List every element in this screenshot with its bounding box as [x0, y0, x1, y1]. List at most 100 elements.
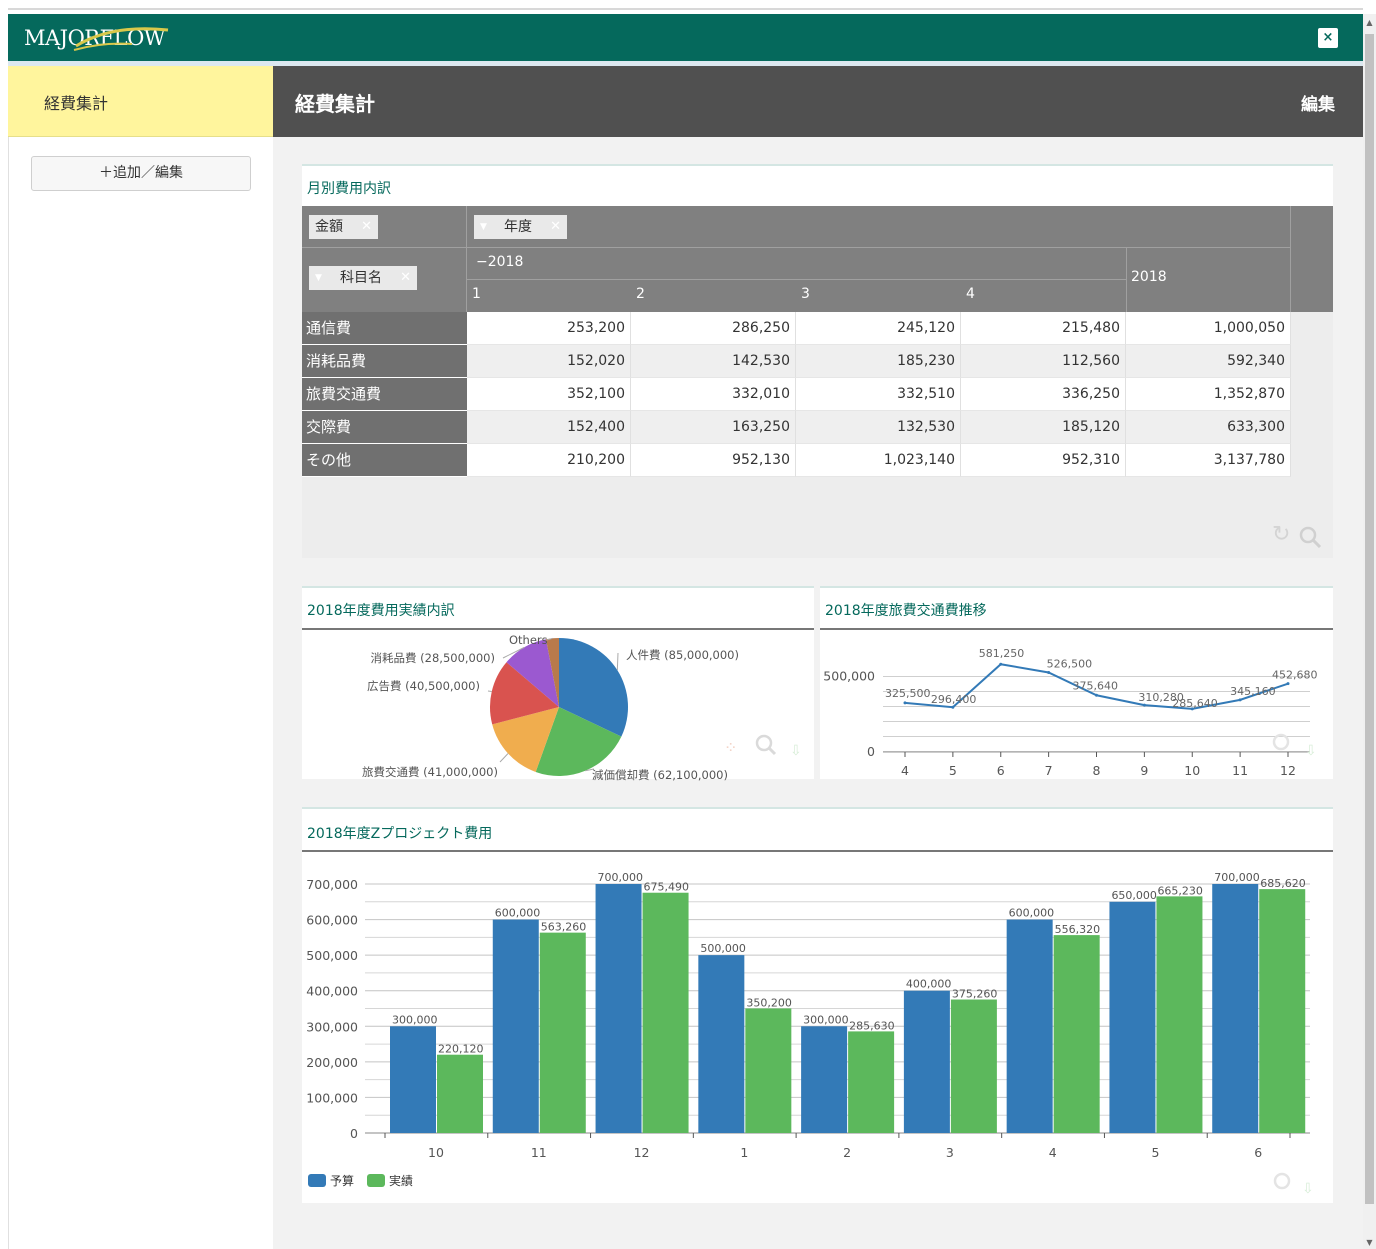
y-tick-label: 0	[350, 1126, 358, 1141]
year-group-label: 2018	[487, 254, 524, 270]
x-tick-label: 8	[1093, 763, 1101, 778]
scrollbar[interactable]: ▲ ▼	[1363, 14, 1376, 1249]
title-bar	[8, 14, 1363, 61]
table-cell: 185,230	[796, 345, 961, 378]
legend-swatch-budget	[308, 1174, 326, 1187]
legend-label: 予算	[330, 1173, 354, 1188]
remove-icon[interactable]: ✕	[550, 215, 561, 239]
x-tick-label: 5	[949, 763, 957, 778]
table-cell: 952,130	[631, 444, 796, 477]
row-label: その他	[302, 444, 467, 477]
line-value-label: 375,640	[1073, 679, 1119, 692]
bar-actual	[1259, 889, 1306, 1133]
x-tick-label: 7	[1045, 763, 1053, 778]
majorflow-logo: MAJORFLOW	[24, 14, 184, 61]
row-label: 通信費	[302, 312, 467, 345]
bar-value-label: 700,000	[598, 871, 644, 884]
dropdown-icon[interactable]: ▼	[480, 215, 487, 239]
month-header: 1	[472, 286, 481, 302]
table-cell: 332,510	[796, 378, 961, 411]
close-button[interactable]: ×	[1318, 28, 1338, 48]
bar-value-label: 600,000	[495, 907, 541, 920]
pie-label: 広告費 (40,500,000)	[367, 679, 480, 693]
download-icon: ⇩	[790, 743, 802, 759]
y-tick-label: 700,000	[306, 877, 358, 892]
line-chart: 500,000 0 325,500 4 296,400 5 581,250 6 526,500 7…	[823, 647, 1317, 778]
zoom-icon	[755, 734, 773, 752]
bar-actual	[1053, 935, 1100, 1133]
bar-budget	[492, 919, 539, 1133]
pivot-header-bg	[302, 206, 1333, 312]
dropdown-icon[interactable]: ▼	[315, 266, 322, 290]
legend-swatch-actual	[367, 1174, 385, 1187]
zoom-icon[interactable]	[1299, 526, 1323, 548]
column-field-chip[interactable]: ▼ 年度 ✕	[474, 215, 567, 239]
top-border	[8, 8, 1363, 10]
bar-value-label: 665,230	[1157, 884, 1203, 897]
bar-actual	[848, 1031, 895, 1133]
line-point	[1047, 670, 1051, 674]
bar-value-label: 500,000	[700, 942, 746, 955]
scroll-thumb[interactable]	[1365, 34, 1374, 1204]
bar-actual	[950, 999, 997, 1133]
divider	[466, 206, 467, 312]
remove-icon[interactable]: ✕	[361, 215, 372, 239]
y-tick-label: 0	[867, 744, 875, 759]
bar-budget	[801, 1026, 848, 1133]
year-group-header[interactable]: −2018	[476, 254, 523, 270]
month-header: 4	[966, 286, 975, 302]
table-cell: 245,120	[796, 312, 961, 345]
line-value-label: 345,160	[1230, 685, 1276, 698]
legend-label: 実績	[389, 1173, 413, 1188]
line-chart-panel: 2018年度旅費交通費推移 500,000 0 325,500 4 296,400 5 58…	[820, 586, 1333, 779]
panel-rule	[302, 850, 1333, 852]
bar-value-label: 300,000	[392, 1013, 438, 1026]
bar-value-label: 685,620	[1260, 877, 1306, 890]
bar-value-label: 350,200	[746, 996, 792, 1009]
bar-value-label: 556,320	[1055, 923, 1101, 936]
sidebar-item-expense-summary[interactable]: 経費集計	[8, 66, 273, 137]
x-tick-label: 10	[428, 1145, 444, 1160]
x-tick-label: 6	[997, 763, 1005, 778]
y-tick-label: 600,000	[306, 913, 358, 928]
scroll-up-icon[interactable]: ▲	[1365, 18, 1374, 27]
table-cell: 352,100	[467, 378, 631, 411]
divider	[467, 247, 1290, 248]
table-cell: 952,310	[961, 444, 1126, 477]
table-cell: 592,340	[1126, 345, 1291, 378]
table-cell: 336,250	[961, 378, 1126, 411]
x-tick-label: 12	[1280, 763, 1296, 778]
row-label: 旅費交通費	[302, 378, 467, 411]
palette-icon: ⁘	[724, 738, 737, 757]
remove-icon[interactable]: ✕	[400, 266, 411, 290]
y-tick-label: 200,000	[306, 1055, 358, 1070]
bar-actual	[745, 1008, 792, 1133]
collapse-icon[interactable]: −	[476, 254, 488, 270]
pie-leader-line	[499, 753, 509, 763]
pie-label: 人件費 (85,000,000)	[626, 648, 739, 662]
bar-budget	[1212, 884, 1259, 1133]
row-field-chip[interactable]: ▼ 科目名 ✕	[309, 266, 417, 290]
bar-value-label: 650,000	[1111, 889, 1157, 902]
zoom-icon	[1272, 733, 1290, 751]
month-header: 2	[636, 286, 645, 302]
pie-label: Others	[509, 633, 548, 647]
value-field-label: 金額	[315, 219, 343, 235]
value-field-chip[interactable]: 金額 ✕	[309, 215, 378, 239]
y-tick-label: 500,000	[306, 948, 358, 963]
pie-label: 消耗品費 (28,500,000)	[371, 651, 495, 665]
x-tick-label: 9	[1140, 763, 1148, 778]
panel-rule	[302, 628, 814, 630]
table-cell: 332,010	[631, 378, 796, 411]
table-cell: 1,000,050	[1126, 312, 1291, 345]
divider	[302, 247, 467, 248]
scroll-down-icon[interactable]: ▼	[1365, 1238, 1374, 1247]
add-edit-button[interactable]: ＋追加／編集	[31, 156, 251, 191]
table-cell: 163,250	[631, 411, 796, 444]
sidebar-item-label: 経費集計	[44, 94, 109, 113]
bar-budget	[390, 1026, 436, 1133]
edit-button[interactable]: 編集	[1301, 90, 1335, 115]
refresh-icon[interactable]: ↻	[1272, 522, 1290, 547]
table-cell: 1,352,870	[1126, 378, 1291, 411]
line-point	[1095, 693, 1098, 697]
